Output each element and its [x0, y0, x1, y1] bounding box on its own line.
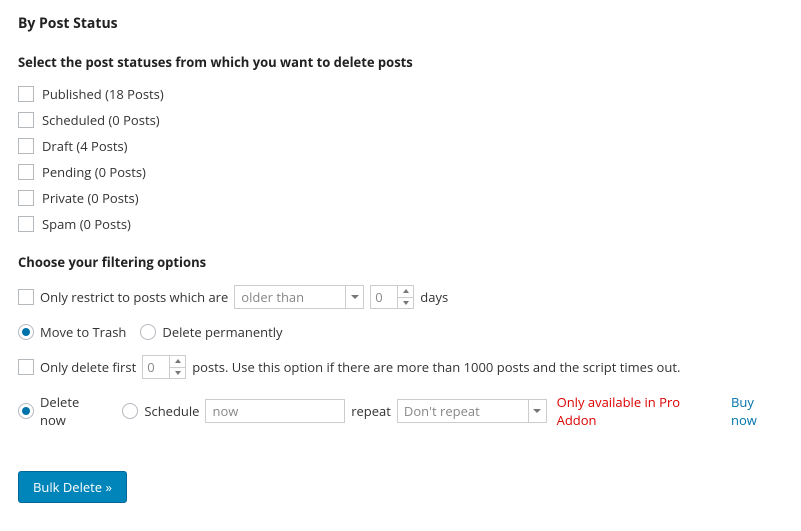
delete-first-row: Only delete first 0 posts. Use this opti…: [18, 355, 783, 379]
status-row: Draft (4 Posts): [18, 137, 783, 155]
schedule-label: Schedule: [144, 402, 199, 420]
spinner-icon[interactable]: [169, 356, 185, 378]
select-value: older than: [241, 288, 304, 306]
radio-delete-now[interactable]: [18, 403, 34, 419]
status-row: Published (18 Posts): [18, 85, 783, 103]
checkbox-pending[interactable]: [18, 164, 34, 180]
checkbox-private[interactable]: [18, 190, 34, 206]
section-title: By Post Status: [18, 14, 783, 33]
radio-delete-permanently[interactable]: [140, 324, 156, 340]
repeat-label: repeat: [351, 402, 391, 420]
delete-now-label: Delete now: [40, 393, 108, 429]
status-row: Private (0 Posts): [18, 189, 783, 207]
bulk-delete-button[interactable]: Bulk Delete »: [18, 471, 127, 503]
repeat-select[interactable]: Don't repeat: [397, 399, 547, 423]
pro-note: Only available in Pro Addon: [557, 393, 723, 429]
schedule-row: Delete now Schedule now repeat Don't rep…: [18, 393, 783, 429]
delete-mode-row: Move to Trash Delete permanently: [18, 323, 783, 341]
schedule-time-input[interactable]: now: [205, 399, 345, 423]
delete-first-prefix: Only delete first: [40, 358, 136, 376]
checkbox-restrict[interactable]: [18, 289, 34, 305]
checkbox-published[interactable]: [18, 86, 34, 102]
num-value: 0: [143, 356, 169, 378]
status-label: Scheduled (0 Posts): [42, 111, 160, 129]
radio-move-to-trash[interactable]: [18, 324, 34, 340]
status-list: Published (18 Posts) Scheduled (0 Posts)…: [18, 85, 783, 233]
checkbox-delete-first[interactable]: [18, 359, 34, 375]
radio-schedule[interactable]: [122, 403, 138, 419]
status-row: Scheduled (0 Posts): [18, 111, 783, 129]
chevron-down-icon: [345, 286, 363, 308]
num-value: 0: [371, 286, 397, 308]
restrict-days-input[interactable]: 0: [370, 285, 414, 309]
status-label: Private (0 Posts): [42, 189, 139, 207]
chevron-down-icon: [528, 400, 546, 422]
restrict-label: Only restrict to posts which are: [40, 288, 228, 306]
restrict-compare-select[interactable]: older than: [234, 285, 364, 309]
status-label: Pending (0 Posts): [42, 163, 146, 181]
checkbox-spam[interactable]: [18, 216, 34, 232]
select-value: Don't repeat: [404, 402, 480, 420]
instruction-text: Select the post statuses from which you …: [18, 53, 783, 71]
delete-first-suffix: posts. Use this option if there are more…: [192, 358, 680, 376]
buy-now-link[interactable]: Buy now: [731, 393, 783, 429]
status-label: Published (18 Posts): [42, 85, 164, 103]
status-label: Draft (4 Posts): [42, 137, 128, 155]
filter-heading: Choose your filtering options: [18, 253, 783, 271]
time-value: now: [212, 402, 238, 420]
restrict-row: Only restrict to posts which are older t…: [18, 285, 783, 309]
checkbox-draft[interactable]: [18, 138, 34, 154]
status-label: Spam (0 Posts): [42, 215, 131, 233]
spinner-icon[interactable]: [397, 286, 413, 308]
trash-label: Move to Trash: [40, 323, 126, 341]
status-row: Spam (0 Posts): [18, 215, 783, 233]
checkbox-scheduled[interactable]: [18, 112, 34, 128]
delete-first-count-input[interactable]: 0: [142, 355, 186, 379]
perm-label: Delete permanently: [162, 323, 282, 341]
days-unit: days: [420, 288, 448, 306]
status-row: Pending (0 Posts): [18, 163, 783, 181]
